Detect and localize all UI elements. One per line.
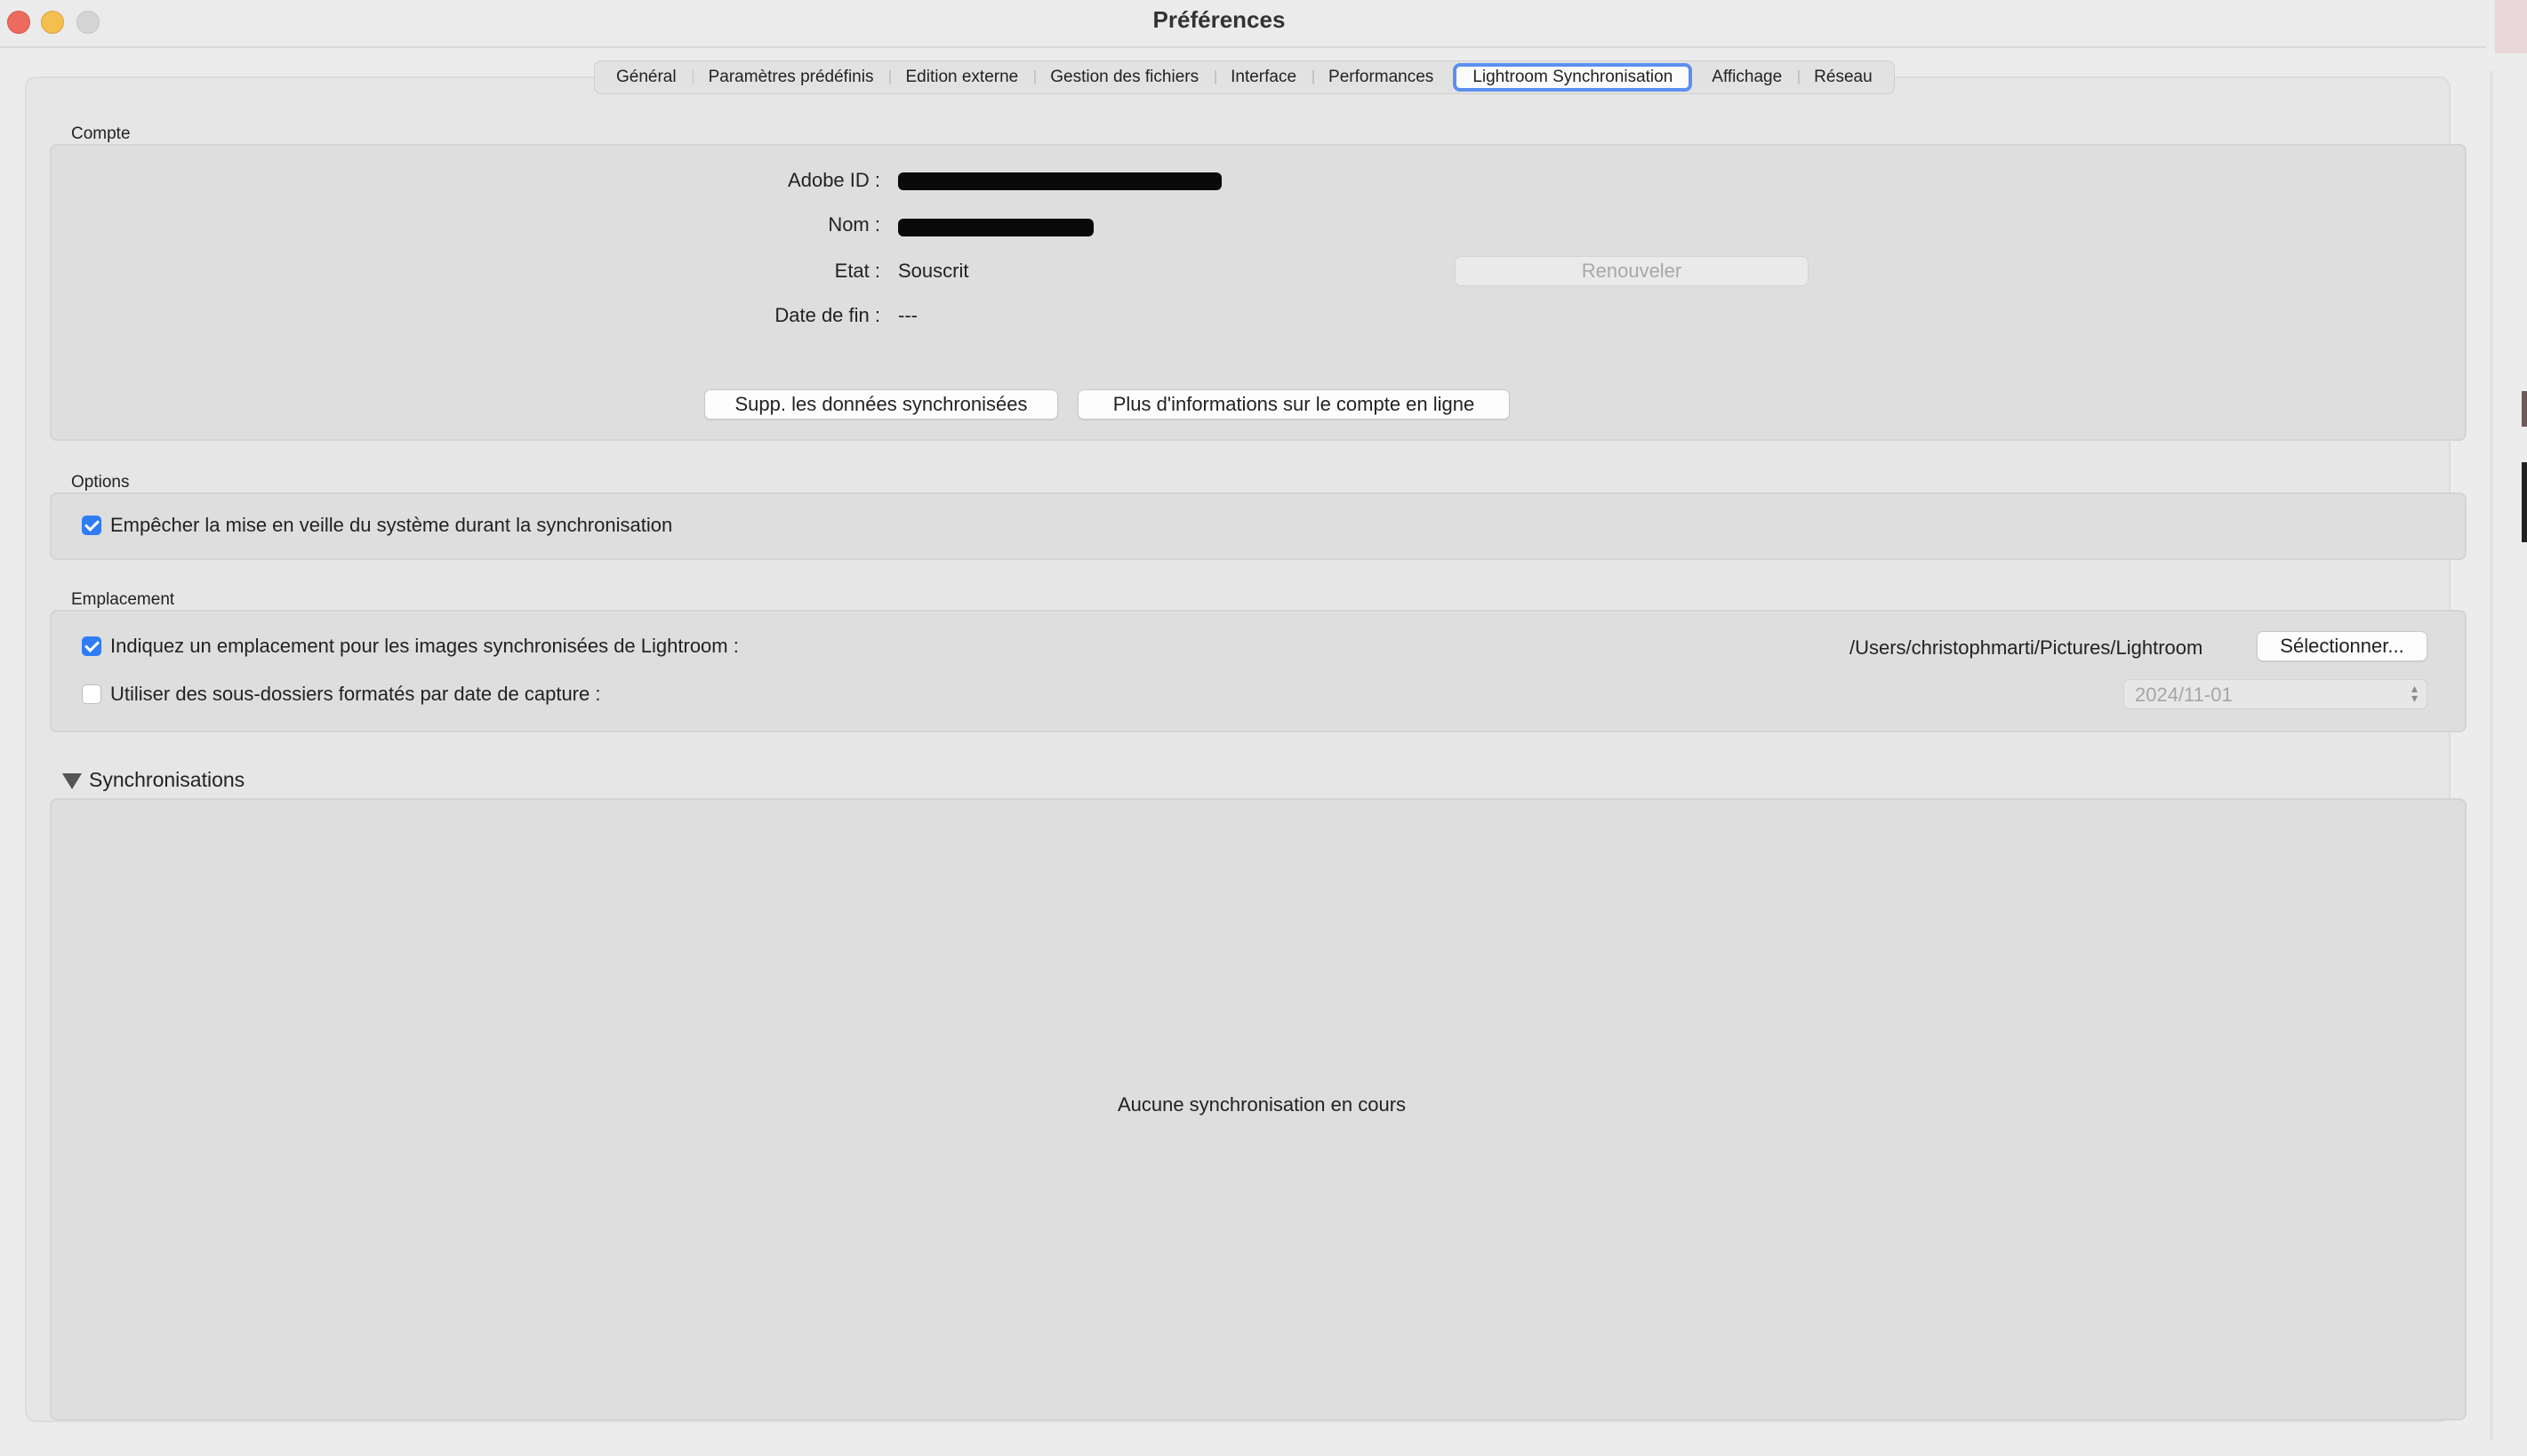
location-path: /Users/christophmarti/Pictures/Lightroom [1849, 636, 2203, 659]
disclosure-triangle-icon[interactable] [62, 773, 82, 789]
state-label: Etat : [834, 260, 880, 282]
window-title: Préférences [1152, 6, 1286, 33]
renew-button[interactable]: Renouveler [1455, 256, 1809, 286]
syncs-section-label[interactable]: Synchronisations [89, 768, 245, 792]
name-label: Nom : [828, 213, 880, 236]
tab-general[interactable]: Général [600, 64, 693, 91]
location-group [50, 610, 2467, 732]
account-section-label: Compte [71, 124, 131, 143]
select-arrows-icon: ▴ ▾ [2411, 681, 2418, 705]
preferences-tab-bar: Général Paramètres prédéfinis Edition ex… [594, 60, 1895, 94]
select-location-button[interactable]: Sélectionner... [2257, 631, 2427, 661]
specify-location-checkbox[interactable] [82, 636, 101, 656]
window-edge-top [2495, 0, 2527, 53]
options-section-label: Options [71, 473, 130, 492]
date-format-value: 2024/11-01 [2135, 684, 2233, 706]
prevent-sleep-label: Empêcher la mise en veille du système du… [110, 514, 673, 536]
adobe-id-redacted [898, 172, 1222, 190]
state-value: Souscrit [898, 260, 969, 282]
tab-external-editing[interactable]: Edition externe [889, 64, 1034, 91]
window-edge-mark-dark [2522, 462, 2527, 542]
tab-performance[interactable]: Performances [1312, 64, 1449, 91]
date-subfolders-checkbox[interactable] [82, 684, 101, 704]
more-account-info-button[interactable]: Plus d'informations sur le compte en lig… [1078, 389, 1510, 420]
window-edge-mark [2522, 391, 2527, 427]
name-redacted [898, 219, 1094, 236]
tab-presets[interactable]: Paramètres prédéfinis [692, 64, 890, 91]
adobe-id-label: Adobe ID : [788, 169, 880, 191]
no-sync-message: Aucune synchronisation en cours [1117, 1093, 1407, 1116]
end-date-label: Date de fin : [774, 304, 880, 326]
prevent-sleep-checkbox[interactable] [82, 516, 101, 535]
date-subfolders-label: Utiliser des sous-dossiers formatés par … [110, 683, 601, 705]
location-section-label: Emplacement [71, 590, 175, 609]
tab-network[interactable]: Réseau [1798, 64, 1889, 91]
tab-display[interactable]: Affichage [1696, 64, 1798, 91]
end-date-value: --- [898, 304, 918, 326]
delete-synced-data-button[interactable]: Supp. les données synchronisées [704, 389, 1058, 420]
window-edge-divider [2490, 71, 2493, 1440]
tab-file-handling[interactable]: Gestion des fichiers [1034, 64, 1215, 91]
tab-interface[interactable]: Interface [1215, 64, 1312, 91]
tab-lightroom-sync[interactable]: Lightroom Synchronisation [1453, 63, 1693, 92]
specify-location-label: Indiquez un emplacement pour les images … [110, 635, 739, 657]
date-format-select[interactable]: 2024/11-01 ▴ ▾ [2123, 679, 2427, 709]
preferences-window: Préférences Général Paramètres prédéfini… [0, 0, 2527, 1456]
title-bar: Préférences [0, 0, 2527, 48]
